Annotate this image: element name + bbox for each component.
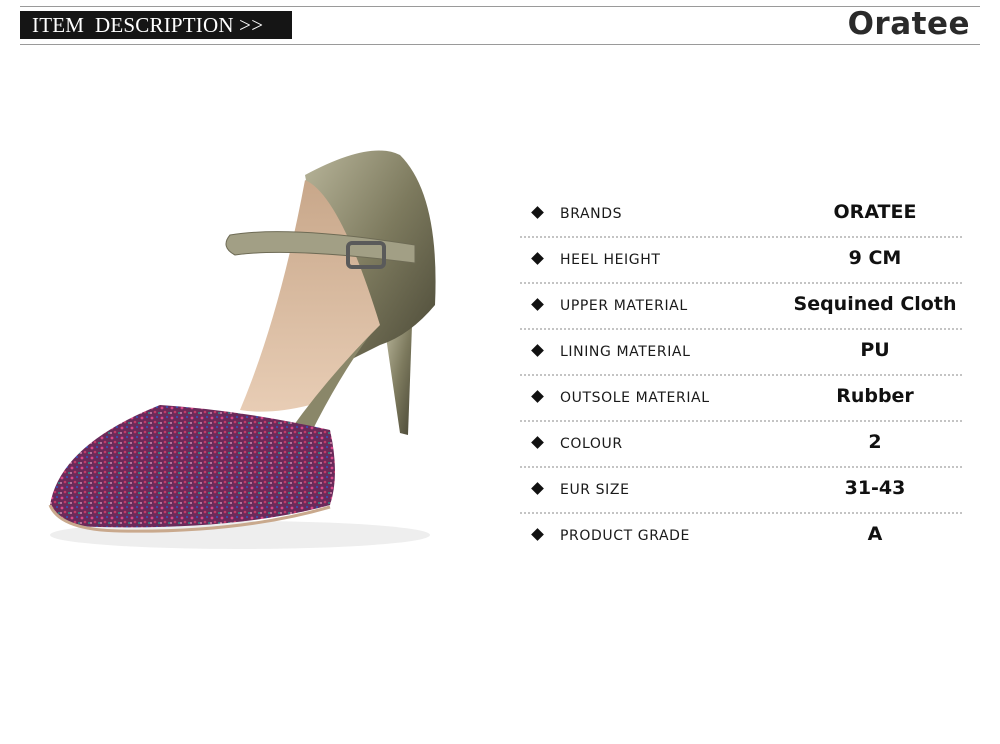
spec-row-brands: BRANDS ORATEE (520, 192, 962, 238)
spec-row-product-grade: PRODUCT GRADE A (520, 514, 962, 560)
spec-label: OUTSOLE MATERIAL (560, 390, 710, 406)
spec-label: HEEL HEIGHT (560, 252, 661, 268)
header-divider-bottom (20, 44, 980, 45)
spec-label: EUR SIZE (560, 482, 630, 498)
spec-label: UPPER MATERIAL (560, 298, 688, 314)
spec-row-outsole-material: OUTSOLE MATERIAL Rubber (520, 376, 962, 422)
spec-value: Rubber (836, 385, 914, 407)
spec-value: 2 (868, 431, 882, 453)
spec-value: Sequined Cloth (793, 293, 957, 315)
diamond-bullet-icon (531, 436, 544, 449)
shoe-product-image (48, 150, 436, 549)
spec-table: BRANDS ORATEE HEEL HEIGHT 9 CM UPPER MAT… (520, 192, 962, 560)
diamond-bullet-icon (531, 252, 544, 265)
spec-row-upper-material: UPPER MATERIAL Sequined Cloth (520, 284, 962, 330)
diamond-bullet-icon (531, 298, 544, 311)
spec-row-lining-material: LINING MATERIAL PU (520, 330, 962, 376)
spec-value: ORATEE (833, 201, 917, 223)
header-divider-top (20, 6, 980, 7)
diamond-bullet-icon (531, 482, 544, 495)
spec-label: COLOUR (560, 436, 623, 452)
spec-row-eur-size: EUR SIZE 31-43 (520, 468, 962, 514)
spec-label: PRODUCT GRADE (560, 528, 691, 544)
diamond-bullet-icon (531, 528, 544, 541)
spec-row-heel-height: HEEL HEIGHT 9 CM (520, 238, 962, 284)
spec-value: 9 CM (848, 247, 902, 269)
spec-value: 31-43 (844, 477, 906, 499)
spec-value: A (867, 523, 883, 545)
section-title-banner: ITEM DESCRIPTION >> (20, 11, 292, 39)
heel-stiletto (385, 325, 412, 435)
diamond-bullet-icon (531, 206, 544, 219)
glitter-toe (50, 405, 335, 528)
spec-label: LINING MATERIAL (560, 344, 691, 360)
diamond-bullet-icon (531, 390, 544, 403)
diamond-bullet-icon (531, 344, 544, 357)
spec-value: PU (860, 339, 890, 361)
product-description-page: ITEM DESCRIPTION >> Oratee BRANDS ORATEE… (0, 0, 1000, 744)
brand-logo: Oratee (847, 6, 970, 42)
spec-row-colour: COLOUR 2 (520, 422, 962, 468)
spec-label: BRANDS (560, 206, 623, 222)
